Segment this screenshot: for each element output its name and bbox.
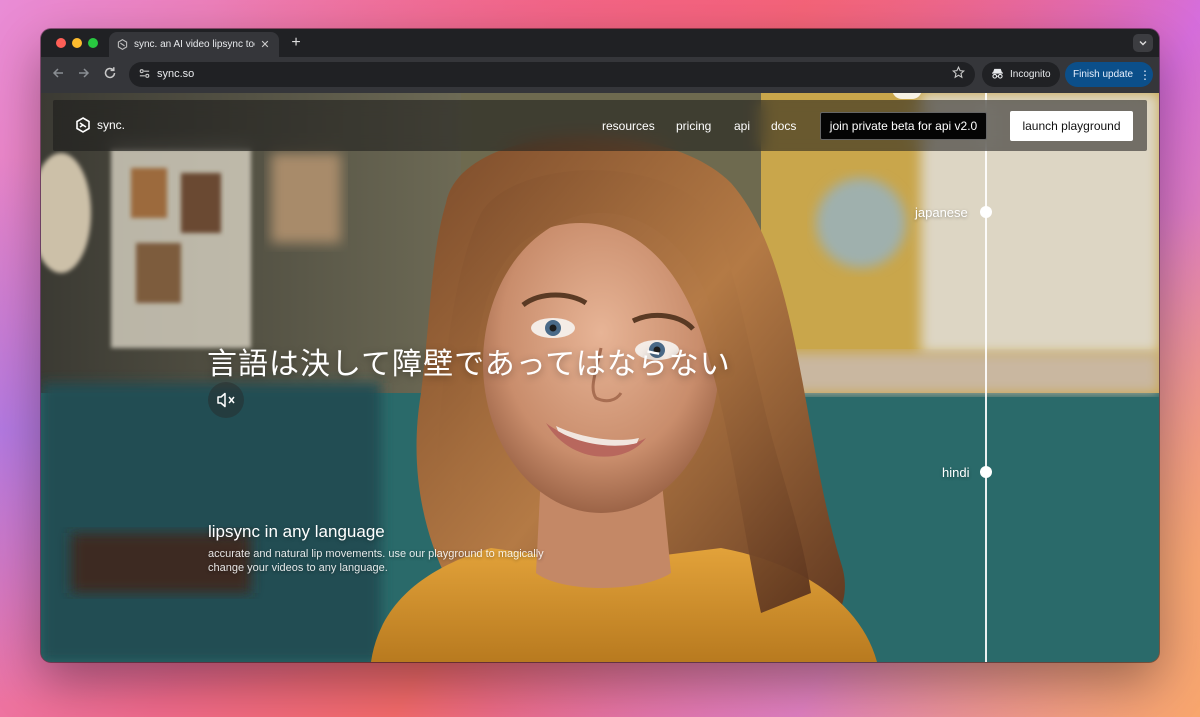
speaker-muted-icon xyxy=(208,392,244,422)
site-navbar: sync. resources pricing api docs join pr… xyxy=(53,100,1147,151)
language-label-japanese[interactable]: japanese xyxy=(915,205,968,220)
brand-logo-link[interactable]: sync. xyxy=(75,117,125,133)
incognito-icon xyxy=(991,68,1004,82)
sync-logo-icon xyxy=(75,117,91,133)
minimize-window-button[interactable] xyxy=(72,38,82,48)
site-settings-icon[interactable] xyxy=(137,67,152,82)
nav-link-api[interactable]: api xyxy=(734,119,750,133)
hero-heading: lipsync in any language xyxy=(208,522,385,541)
reload-icon[interactable] xyxy=(101,66,119,84)
launch-playground-button[interactable]: launch playground xyxy=(1010,111,1133,141)
nav-link-docs[interactable]: docs xyxy=(771,119,796,133)
browser-window: sync. an AI video lipsync tool ✕ + sync.… xyxy=(41,29,1159,662)
nav-link-pricing[interactable]: pricing xyxy=(676,119,711,133)
more-menu-icon[interactable]: ⋮ xyxy=(1139,68,1151,82)
brand-name: sync. xyxy=(97,118,126,132)
new-tab-button[interactable]: + xyxy=(288,33,304,53)
language-timeline-line xyxy=(985,93,987,662)
join-beta-button[interactable]: join private beta for api v2.0 xyxy=(820,112,987,140)
address-bar[interactable]: sync.so xyxy=(129,62,975,87)
incognito-indicator[interactable]: Incognito xyxy=(982,62,1060,87)
page-viewport: japanese hindi sync. resources pricing a… xyxy=(41,93,1159,662)
finish-update-button[interactable]: Finish update ⋮ xyxy=(1065,62,1153,87)
tab-title: sync. an AI video lipsync tool xyxy=(134,39,255,50)
timeline-marker-japanese[interactable] xyxy=(980,206,992,218)
close-window-button[interactable] xyxy=(56,38,66,48)
maximize-window-button[interactable] xyxy=(88,38,98,48)
bookmark-star-icon[interactable] xyxy=(951,65,966,82)
timeline-top-handle[interactable] xyxy=(892,93,922,99)
nav-link-resources[interactable]: resources xyxy=(602,119,655,133)
hero-description: accurate and natural lip movements. use … xyxy=(208,548,544,574)
mute-toggle-button[interactable] xyxy=(208,382,244,418)
language-label-hindi[interactable]: hindi xyxy=(942,465,969,480)
back-arrow-icon[interactable] xyxy=(49,66,67,84)
tab-strip: sync. an AI video lipsync tool ✕ + xyxy=(41,29,1159,57)
video-caption: 言語は決して障壁であってはならない xyxy=(207,348,731,381)
browser-toolbar: sync.so Incognito Finish update ⋮ xyxy=(41,57,1159,93)
sync-favicon-icon xyxy=(117,39,128,50)
incognito-label: Incognito xyxy=(1010,69,1051,80)
forward-arrow-icon[interactable] xyxy=(75,66,93,84)
hero-overlay: japanese hindi sync. resources pricing a… xyxy=(41,93,1159,662)
tab-search-chevron-icon[interactable] xyxy=(1133,34,1153,52)
finish-update-label: Finish update xyxy=(1073,69,1134,80)
tab-close-icon[interactable]: ✕ xyxy=(259,38,271,51)
timeline-marker-hindi[interactable] xyxy=(980,466,992,478)
url-text[interactable]: sync.so xyxy=(157,68,194,80)
browser-tab[interactable]: sync. an AI video lipsync tool ✕ xyxy=(109,32,279,57)
